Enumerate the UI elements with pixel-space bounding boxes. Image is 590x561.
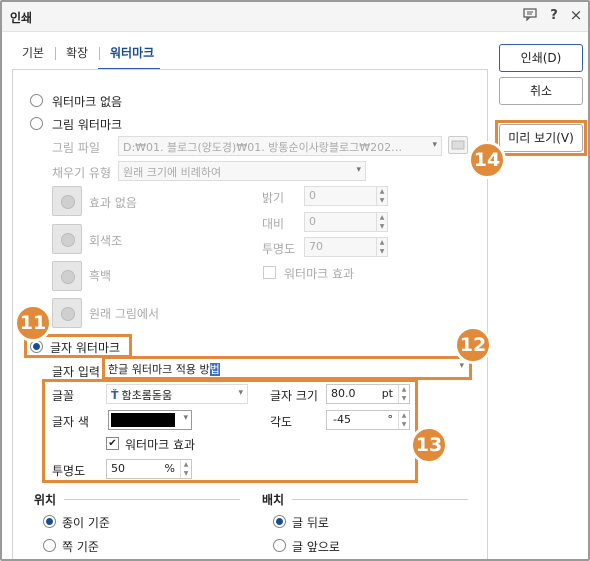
fill-type-select[interactable]: 원래 크기에 비례하여 ▾ (118, 161, 366, 181)
placement-front-label: 글 앞으로 (292, 540, 340, 554)
position-page-label: 쪽 기준 (62, 540, 99, 554)
image-watermark-effect-checkbox[interactable] (263, 266, 276, 279)
contrast-label: 대비 (262, 217, 285, 231)
help-icon[interactable]: ? (546, 8, 562, 23)
placement-behind-radio[interactable] (273, 515, 286, 528)
effect-none-thumbnail[interactable] (52, 186, 82, 216)
tab-extended[interactable]: 확장 (66, 44, 88, 61)
image-file-input[interactable]: D:₩01. 블로그(양도경)₩01. 방통순이사랑블로그₩202… ▾ (118, 136, 442, 156)
highlight-box-12 (102, 356, 472, 380)
cancel-button[interactable]: 취소 (499, 77, 583, 105)
annotation-badge-13: 13 (410, 426, 448, 464)
title-bar: 인쇄 ? × (2, 2, 588, 32)
placement-divider (292, 499, 468, 500)
close-icon[interactable]: × (568, 6, 584, 24)
spinner-icon[interactable]: ▲ ▼ (376, 213, 387, 231)
highlight-box-13 (42, 379, 418, 483)
position-title: 위치 (34, 493, 57, 507)
position-paper-label: 종이 기준 (62, 516, 110, 530)
tab-basic[interactable]: 기본 (22, 44, 44, 61)
chevron-down-icon: ▾ (356, 165, 361, 175)
spinner-icon[interactable]: ▲ ▼ (376, 187, 387, 205)
effect-bw-label: 흑백 (89, 269, 112, 283)
highlight-box-14 (495, 120, 587, 156)
position-divider (64, 499, 240, 500)
print-button[interactable]: 인쇄(D) (499, 44, 583, 72)
brightness-input[interactable]: 0 ▲ ▼ (304, 186, 388, 206)
transparency-label: 투명도 (262, 242, 296, 256)
spinner-icon[interactable]: ▲ ▼ (376, 238, 387, 256)
placement-behind-label: 글 뒤로 (292, 516, 329, 530)
brightness-label: 밝기 (262, 191, 285, 205)
placement-title: 배치 (262, 493, 285, 507)
fill-type-label: 채우기 유형 (52, 166, 112, 180)
contrast-input[interactable]: 0 ▲ ▼ (304, 212, 388, 232)
message-icon[interactable] (522, 8, 538, 25)
effect-bw-thumbnail[interactable] (52, 261, 82, 291)
fill-type-value: 원래 크기에 비례하여 (123, 166, 222, 179)
chevron-down-icon: ▾ (432, 140, 437, 150)
print-dialog: 인쇄 ? × 기본 확장 워터마크 워터마크 없음 그림 워터마크 그림 파일 … (0, 0, 590, 561)
placement-front-radio[interactable] (273, 539, 286, 552)
effect-gray-thumbnail[interactable] (52, 224, 82, 254)
brightness-value: 0 (309, 189, 316, 202)
annotation-badge-12: 12 (454, 326, 492, 364)
image-watermark-label: 그림 워터마크 (52, 118, 123, 132)
transparency-value: 70 (309, 240, 323, 253)
position-page-radio[interactable] (43, 539, 56, 552)
effect-original-thumbnail[interactable] (52, 298, 82, 328)
tab-watermark[interactable]: 워터마크 (110, 44, 154, 61)
effect-none-label: 효과 없음 (89, 196, 137, 210)
tab-divider (55, 47, 56, 60)
tab-divider (99, 47, 100, 60)
folder-icon[interactable] (448, 136, 468, 154)
image-watermark-effect-label: 워터마크 효과 (284, 267, 355, 281)
contrast-value: 0 (309, 215, 316, 228)
transparency-input[interactable]: 70 ▲ ▼ (304, 237, 388, 257)
position-paper-radio[interactable] (43, 515, 56, 528)
annotation-badge-14: 14 (468, 141, 506, 179)
annotation-badge-11: 11 (14, 304, 52, 342)
watermark-none-radio[interactable] (30, 94, 43, 107)
image-watermark-radio[interactable] (30, 117, 43, 130)
image-file-label: 그림 파일 (52, 141, 100, 155)
text-input-label: 글자 입력 (52, 365, 100, 379)
image-file-value: D:₩01. 블로그(양도경)₩01. 방통순이사랑블로그₩202… (123, 141, 403, 154)
watermark-none-label: 워터마크 없음 (52, 95, 123, 109)
dialog-title: 인쇄 (10, 11, 33, 25)
effect-gray-label: 회색조 (89, 234, 123, 248)
effect-original-label: 원래 그림에서 (89, 307, 160, 321)
